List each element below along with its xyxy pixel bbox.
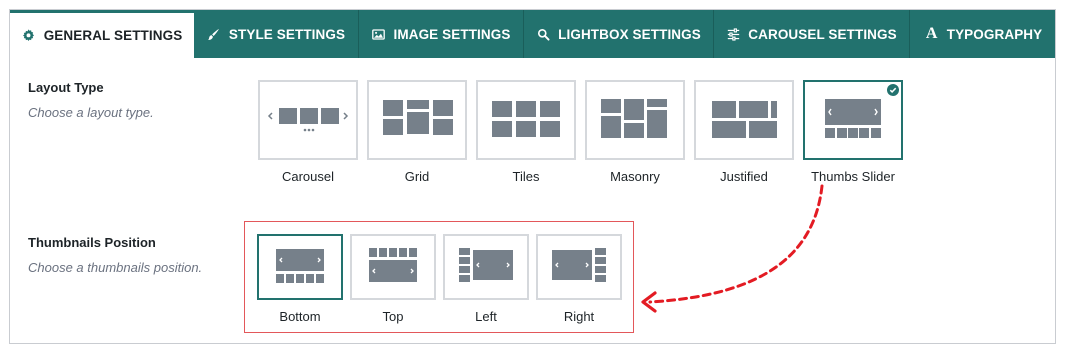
tab-image-settings[interactable]: IMAGE SETTINGS bbox=[359, 10, 524, 58]
masonry-layout-preview-icon bbox=[585, 80, 685, 160]
layout-option-tiles[interactable]: Tiles bbox=[476, 80, 576, 184]
tab-label: LIGHTBOX SETTINGS bbox=[558, 26, 701, 42]
sliders-icon bbox=[726, 27, 740, 41]
thumbs-bottom-preview-icon bbox=[257, 234, 343, 300]
layout-option-carousel[interactable]: Carousel bbox=[258, 80, 358, 184]
image-icon bbox=[372, 27, 386, 41]
thumbs-option-label: Right bbox=[563, 309, 595, 324]
tab-label: GENERAL SETTINGS bbox=[43, 28, 183, 43]
settings-tab-bar: GENERAL SETTINGS STYLE SETTINGS IMAGE SE… bbox=[10, 10, 1055, 58]
grid-layout-preview-icon bbox=[367, 80, 467, 160]
gear-icon bbox=[22, 29, 36, 43]
layout-option-label: Masonry bbox=[610, 169, 660, 184]
tab-general-settings[interactable]: GENERAL SETTINGS bbox=[10, 10, 194, 58]
thumbs-top-preview-icon bbox=[350, 234, 436, 300]
thumbs-option-label: Left bbox=[475, 309, 497, 324]
carousel-layout-preview-icon bbox=[258, 80, 358, 160]
check-icon bbox=[887, 84, 899, 96]
tab-label: STYLE SETTINGS bbox=[228, 26, 346, 42]
thumbnails-position-label: Thumbnails Position bbox=[28, 235, 156, 250]
thumbs-option-top[interactable]: Top bbox=[350, 234, 436, 324]
layout-option-label: Carousel bbox=[281, 169, 335, 184]
tab-lightbox-settings[interactable]: LIGHTBOX SETTINGS bbox=[524, 10, 714, 58]
layout-option-grid[interactable]: Grid bbox=[367, 80, 467, 184]
thumbs-slider-layout-preview-icon bbox=[803, 80, 903, 160]
thumbs-left-preview-icon bbox=[443, 234, 529, 300]
layout-option-label: Justified bbox=[720, 169, 768, 184]
tab-label: CAROUSEL SETTINGS bbox=[748, 26, 897, 42]
layout-option-label: Tiles bbox=[512, 169, 540, 184]
layout-type-description: Choose a layout type. bbox=[28, 105, 154, 120]
thumbs-option-label: Bottom bbox=[279, 309, 321, 324]
layout-option-label: Thumbs Slider bbox=[811, 169, 895, 184]
tiles-layout-preview-icon bbox=[476, 80, 576, 160]
tab-typography[interactable]: A TYPOGRAPHY bbox=[910, 10, 1055, 58]
thumbs-right-preview-icon bbox=[536, 234, 622, 300]
settings-panel: GENERAL SETTINGS STYLE SETTINGS IMAGE SE… bbox=[9, 9, 1056, 344]
tab-label: IMAGE SETTINGS bbox=[393, 26, 511, 42]
brush-icon bbox=[207, 27, 221, 41]
typography-icon: A bbox=[925, 25, 938, 42]
layout-option-thumbs-slider[interactable]: Thumbs Slider bbox=[803, 80, 903, 184]
layout-option-justified[interactable]: Justified bbox=[694, 80, 794, 184]
tab-carousel-settings[interactable]: CAROUSEL SETTINGS bbox=[714, 10, 910, 58]
justified-layout-preview-icon bbox=[694, 80, 794, 160]
thumbs-option-left[interactable]: Left bbox=[443, 234, 529, 324]
thumbnails-position-description: Choose a thumbnails position. bbox=[28, 260, 203, 275]
layout-type-label: Layout Type bbox=[28, 80, 104, 95]
layout-option-masonry[interactable]: Masonry bbox=[585, 80, 685, 184]
thumbs-option-bottom[interactable]: Bottom bbox=[257, 234, 343, 324]
search-icon bbox=[536, 27, 550, 41]
tab-style-settings[interactable]: STYLE SETTINGS bbox=[194, 10, 359, 58]
layout-option-label: Grid bbox=[404, 169, 430, 184]
thumbs-option-label: Top bbox=[382, 309, 404, 324]
thumbs-option-right[interactable]: Right bbox=[536, 234, 622, 324]
tab-label: TYPOGRAPHY bbox=[946, 26, 1043, 42]
